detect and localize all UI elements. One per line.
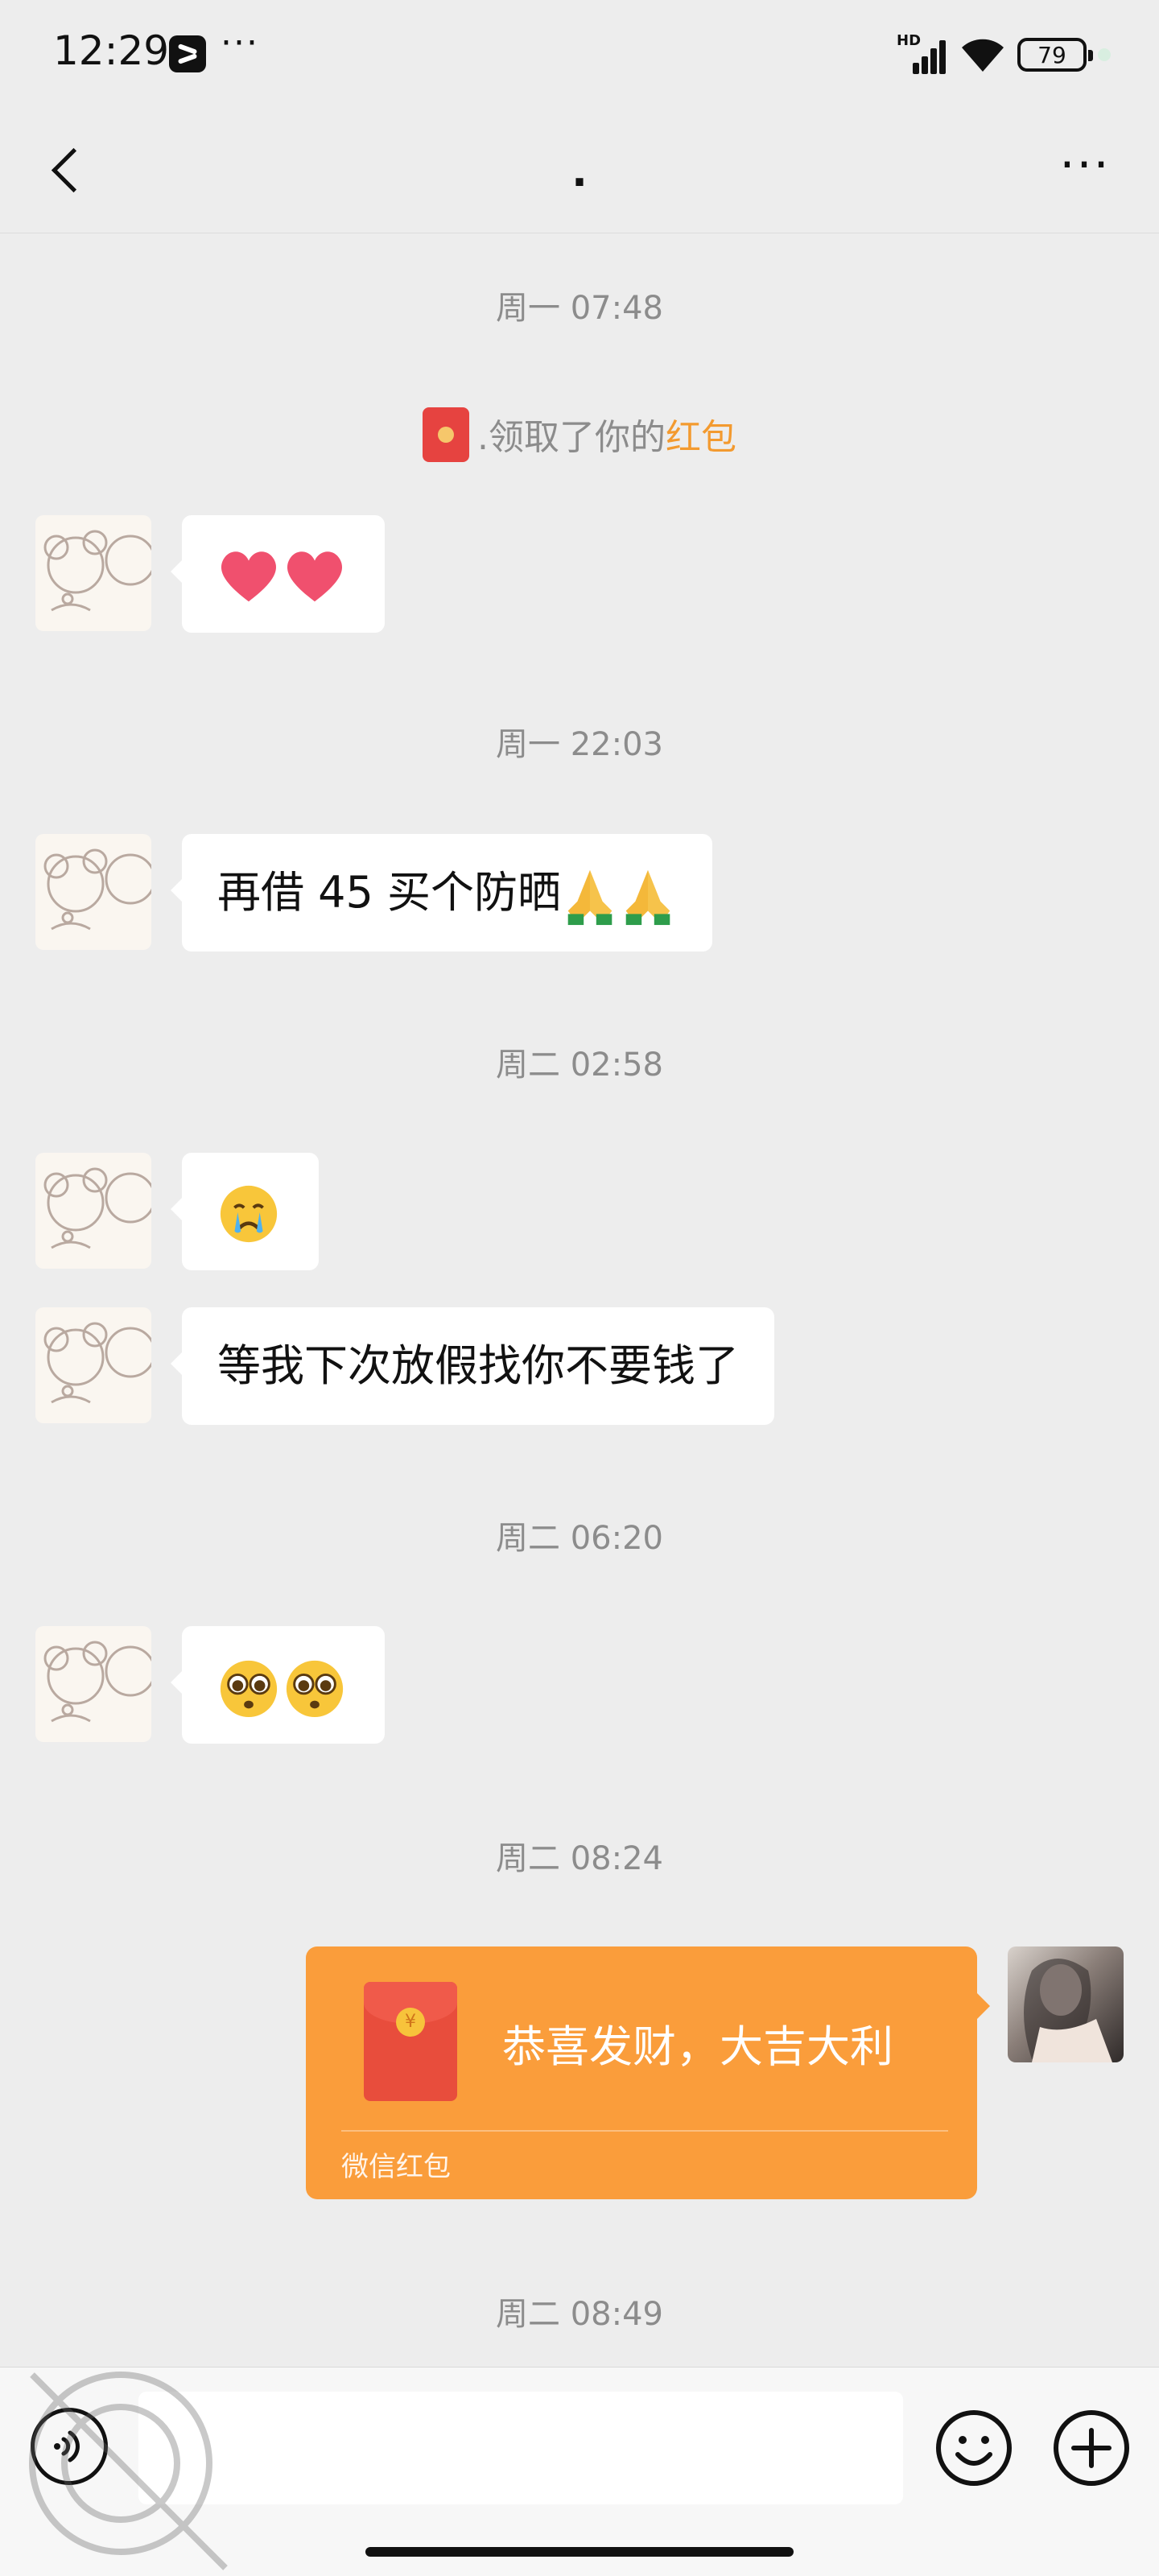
timestamp: 周二 08:24 xyxy=(496,1840,663,1877)
timestamp: 周一 07:48 xyxy=(496,290,663,327)
input-bar xyxy=(0,2367,1159,2576)
wifi-icon xyxy=(962,39,1004,72)
timestamp: 周二 08:49 xyxy=(496,2296,663,2333)
contact-avatar[interactable] xyxy=(35,515,151,631)
message-bubble[interactable]: 等我下次放假找你不要钱了 xyxy=(171,1307,774,1425)
timestamp: 周二 06:20 xyxy=(496,1520,663,1557)
contact-avatar[interactable] xyxy=(35,1626,151,1742)
red-packet-message[interactable]: 恭喜发财，大吉大利 微信红包 xyxy=(306,1946,990,2199)
message-bubble[interactable] xyxy=(171,1153,319,1270)
my-avatar[interactable] xyxy=(1008,1946,1124,2062)
status-bar: 12:29 ··· HD 79 xyxy=(0,0,1159,105)
status-more-icon: ··· xyxy=(221,23,259,64)
system-message: .领取了你的红包 xyxy=(0,407,1159,462)
status-time: 12:29 xyxy=(53,27,170,74)
home-indicator[interactable] xyxy=(365,2547,794,2557)
capcut-app-icon xyxy=(169,35,206,72)
network-type: HD xyxy=(897,32,922,49)
timestamp: 周一 22:03 xyxy=(496,726,663,763)
contact-avatar[interactable] xyxy=(35,1153,151,1269)
red-packet-icon xyxy=(423,407,469,462)
message-input[interactable] xyxy=(138,2392,903,2504)
red-packet-label: 微信红包 xyxy=(341,2151,451,2183)
message-text: 再借 45 买个防晒 xyxy=(217,867,562,918)
pleading-face-emoji-icon xyxy=(286,1661,344,1718)
red-packet-title: 恭喜发财，大吉大利 xyxy=(502,2021,893,2072)
red-packet-link[interactable]: 红包 xyxy=(666,417,736,458)
heart-emoji-icon xyxy=(287,551,343,602)
contact-avatar[interactable] xyxy=(35,1307,151,1423)
cellular-signal-icon: HD xyxy=(897,32,948,74)
system-message-text: .领取了你的 xyxy=(477,417,666,458)
crying-face-emoji-icon xyxy=(220,1186,278,1243)
add-more-button[interactable] xyxy=(1051,2408,1132,2488)
red-envelope-icon xyxy=(364,1982,457,2101)
voice-icon xyxy=(54,2430,80,2462)
battery-icon: 79 xyxy=(1017,38,1093,72)
heart-emoji-icon xyxy=(221,551,277,602)
voice-input-button[interactable] xyxy=(31,2408,108,2485)
divider xyxy=(341,2130,948,2132)
message-bubble[interactable] xyxy=(171,1626,385,1744)
emoji-button[interactable] xyxy=(934,2408,1014,2488)
more-options-button[interactable]: ··· xyxy=(1053,137,1117,201)
praying-hands-emoji-icon xyxy=(567,870,612,926)
chat-title: . xyxy=(571,148,588,196)
timestamp: 周二 02:58 xyxy=(496,1046,663,1084)
contact-avatar[interactable] xyxy=(35,834,151,950)
battery-level: 79 xyxy=(1037,41,1066,68)
pleading-face-emoji-icon xyxy=(220,1661,278,1718)
chat-header: . ··· xyxy=(0,105,1159,233)
message-bubble[interactable] xyxy=(171,515,385,633)
message-bubble[interactable]: 再借 45 买个防晒 xyxy=(170,834,713,952)
message-text: 等我下次放假找你不要钱了 xyxy=(217,1340,739,1391)
praying-hands-emoji-icon xyxy=(625,870,670,926)
indicator-dot xyxy=(1098,48,1111,61)
